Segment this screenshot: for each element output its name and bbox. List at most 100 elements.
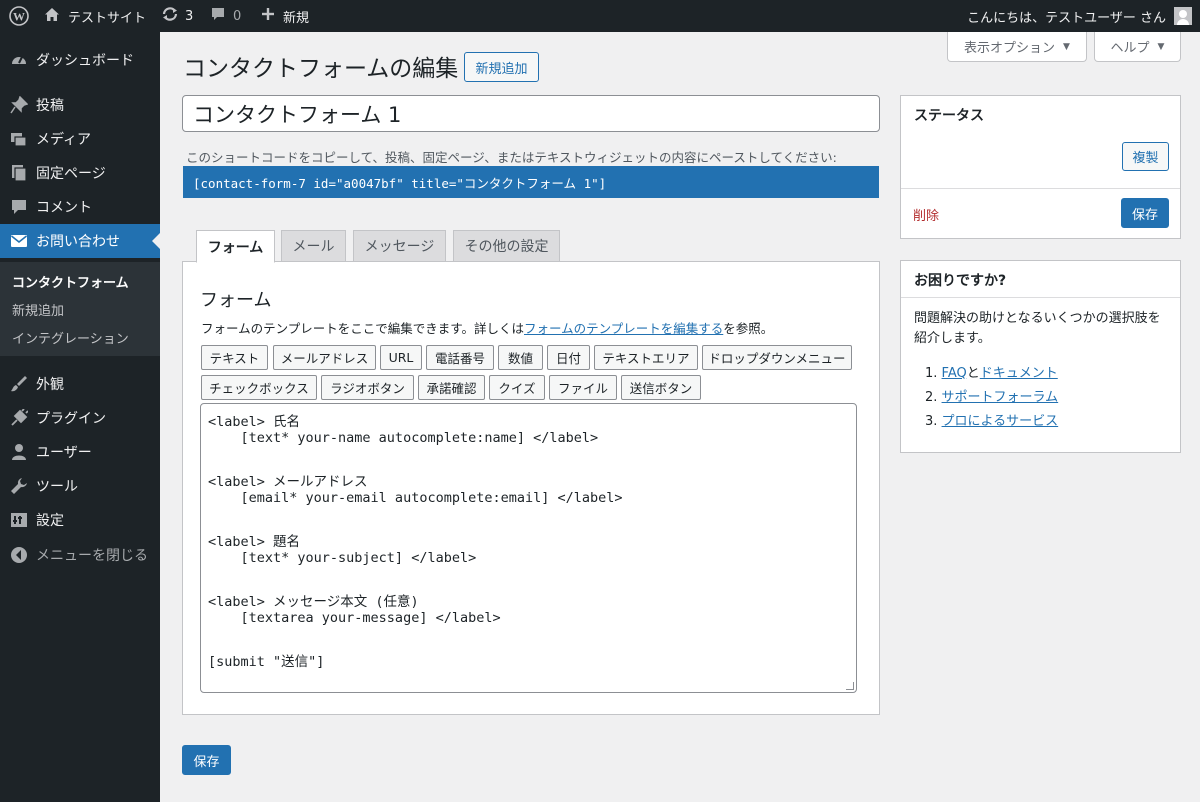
caret-down-icon: ▼ <box>1063 41 1070 52</box>
updates-link[interactable]: 3 <box>161 0 193 32</box>
shortcode-field[interactable]: [contact-form-7 id="a0047bf" title="コンタク… <box>183 166 879 198</box>
tag-button-file[interactable]: ファイル <box>549 375 617 400</box>
help-list-item: 3. プロによるサービス <box>925 414 1059 429</box>
my-account-link[interactable]: こんにちは、テストユーザー さん <box>967 0 1192 32</box>
settings-icon <box>0 511 36 529</box>
docs-link[interactable]: ドキュメント <box>980 366 1058 381</box>
admin-sidebar: ダッシュボード 投稿 メディア 固定ページ コメント お問い合わせ コンタクトフ… <box>0 32 160 802</box>
add-new-button[interactable]: 新規追加 <box>464 52 539 82</box>
user-icon <box>0 443 36 461</box>
tag-button-checkbox[interactable]: チェックボックス <box>201 375 317 400</box>
sidebar-item-plugins[interactable]: プラグイン <box>0 401 160 435</box>
duplicate-button[interactable]: 複製 <box>1122 142 1169 171</box>
code-line: <label> 氏名 <box>208 414 301 430</box>
comment-icon <box>0 198 36 216</box>
sidebar-item-comments[interactable]: コメント <box>0 190 160 224</box>
support-forum-link[interactable]: サポートフォーラム <box>942 390 1059 405</box>
professional-services-link[interactable]: プロによるサービス <box>942 414 1059 429</box>
form-title-input[interactable]: コンタクトフォーム 1 <box>182 95 880 132</box>
code-line: <label> 題名 <box>208 534 301 550</box>
tab-form[interactable]: フォーム <box>196 230 275 263</box>
screen-options-button[interactable]: 表示オプション ▼ <box>947 32 1087 62</box>
new-label: 新規 <box>283 10 310 26</box>
tag-button-dropdown[interactable]: ドロップダウンメニュー <box>702 345 852 370</box>
tab-messages[interactable]: メッセージ <box>353 230 446 262</box>
divider <box>901 297 1180 298</box>
submenu-contact-forms[interactable]: コンタクトフォーム <box>12 272 129 291</box>
updates-icon <box>161 6 179 26</box>
panel-title: フォーム <box>200 290 272 311</box>
page-title: コンタクトフォームの編集 <box>183 56 459 82</box>
site-name: テストサイト <box>68 10 147 26</box>
updates-count: 3 <box>185 8 194 24</box>
brush-icon <box>0 375 36 393</box>
status-title: ステータス <box>914 108 984 124</box>
help-button[interactable]: ヘルプ ▼ <box>1094 32 1181 62</box>
submenu-add-new[interactable]: 新規追加 <box>12 300 64 319</box>
admin-bar: W テストサイト 3 0 新規 こんにちは、テストユーザー さん <box>0 0 1200 32</box>
plus-icon <box>261 7 275 25</box>
pin-icon <box>0 96 36 114</box>
sidebar-item-dashboard[interactable]: ダッシュボード <box>0 43 160 77</box>
tag-button-textarea[interactable]: テキストエリア <box>594 345 698 370</box>
greeting: こんにちは、テストユーザー さん <box>967 10 1166 26</box>
tag-button-radio[interactable]: ラジオボタン <box>321 375 414 400</box>
help-title: お困りですか? <box>914 273 1007 289</box>
edit-template-link[interactable]: フォームのテンプレートを編集する <box>524 321 723 336</box>
collapse-menu-button[interactable]: メニューを閉じる <box>0 538 160 572</box>
panel-description: フォームのテンプレートをここで編集できます。詳しくはフォームのテンプレートを編集… <box>201 321 774 336</box>
tag-button-url[interactable]: URL <box>380 345 422 370</box>
media-icon <box>0 130 36 148</box>
resize-handle[interactable] <box>846 682 854 690</box>
code-line: [text* your-subject] </label> <box>208 550 477 566</box>
tag-button-quiz[interactable]: クイズ <box>489 375 545 400</box>
submenu-integration[interactable]: インテグレーション <box>12 328 129 347</box>
tab-additional-settings[interactable]: その他の設定 <box>453 230 560 262</box>
sidebar-item-settings[interactable]: 設定 <box>0 503 160 537</box>
tag-button-number[interactable]: 数値 <box>498 345 543 370</box>
tag-button-acceptance[interactable]: 承諾確認 <box>418 375 485 400</box>
help-text: 問題解決の助けとなるいくつかの選択肢を紹介します。 <box>914 311 1161 346</box>
plugin-icon <box>0 409 36 427</box>
save-button[interactable]: 保存 <box>182 745 231 775</box>
code-line: <label> メッセージ本文 (任意) <box>208 594 419 610</box>
tag-button-submit[interactable]: 送信ボタン <box>621 375 701 400</box>
tag-button-tel[interactable]: 電話番号 <box>426 345 494 370</box>
home-icon <box>44 7 60 26</box>
shortcode-description: このショートコードをコピーして、投稿、固定ページ、またはテキストウィジェットの内… <box>186 150 837 165</box>
comments-count: 0 <box>233 8 242 24</box>
sidebar-item-appearance[interactable]: 外観 <box>0 367 160 401</box>
wrench-icon <box>0 477 36 495</box>
sidebar-item-posts[interactable]: 投稿 <box>0 88 160 122</box>
status-save-button[interactable]: 保存 <box>1121 198 1169 228</box>
code-line: [submit "送信"] <box>208 654 325 670</box>
help-list-item: 2. サポートフォーラム <box>925 390 1059 405</box>
site-name-link[interactable]: テストサイト <box>44 0 146 32</box>
contact-submenu: コンタクトフォーム 新規追加 インテグレーション <box>0 262 160 356</box>
avatar <box>1174 7 1192 25</box>
tag-button-date[interactable]: 日付 <box>547 345 590 370</box>
tag-button-text[interactable]: テキスト <box>201 345 268 370</box>
tag-button-email[interactable]: メールアドレス <box>273 345 376 370</box>
wordpress-logo-icon[interactable]: W <box>9 0 29 32</box>
faq-link[interactable]: FAQ <box>942 366 967 381</box>
mail-icon <box>0 232 36 250</box>
comments-link[interactable]: 0 <box>211 0 241 32</box>
code-line: [email* your-email autocomplete:email] <… <box>208 490 623 506</box>
sidebar-item-media[interactable]: メディア <box>0 122 160 156</box>
help-list-item: 1. FAQとドキュメント <box>925 366 1058 381</box>
sidebar-item-tools[interactable]: ツール <box>0 469 160 503</box>
sidebar-item-contact[interactable]: お問い合わせ <box>0 224 160 258</box>
new-content-link[interactable]: 新規 <box>261 0 309 32</box>
tab-mail[interactable]: メール <box>281 230 346 262</box>
code-line: <label> メールアドレス <box>208 474 368 490</box>
comment-icon <box>211 7 225 25</box>
svg-text:W: W <box>13 10 25 24</box>
form-template-textarea[interactable]: <label> 氏名 [text* your-name autocomplete… <box>200 403 857 693</box>
divider <box>901 188 1180 189</box>
collapse-icon <box>0 546 36 564</box>
delete-link[interactable]: 削除 <box>913 205 939 224</box>
caret-down-icon: ▼ <box>1157 41 1165 52</box>
sidebar-item-users[interactable]: ユーザー <box>0 435 160 469</box>
sidebar-item-pages[interactable]: 固定ページ <box>0 156 160 190</box>
